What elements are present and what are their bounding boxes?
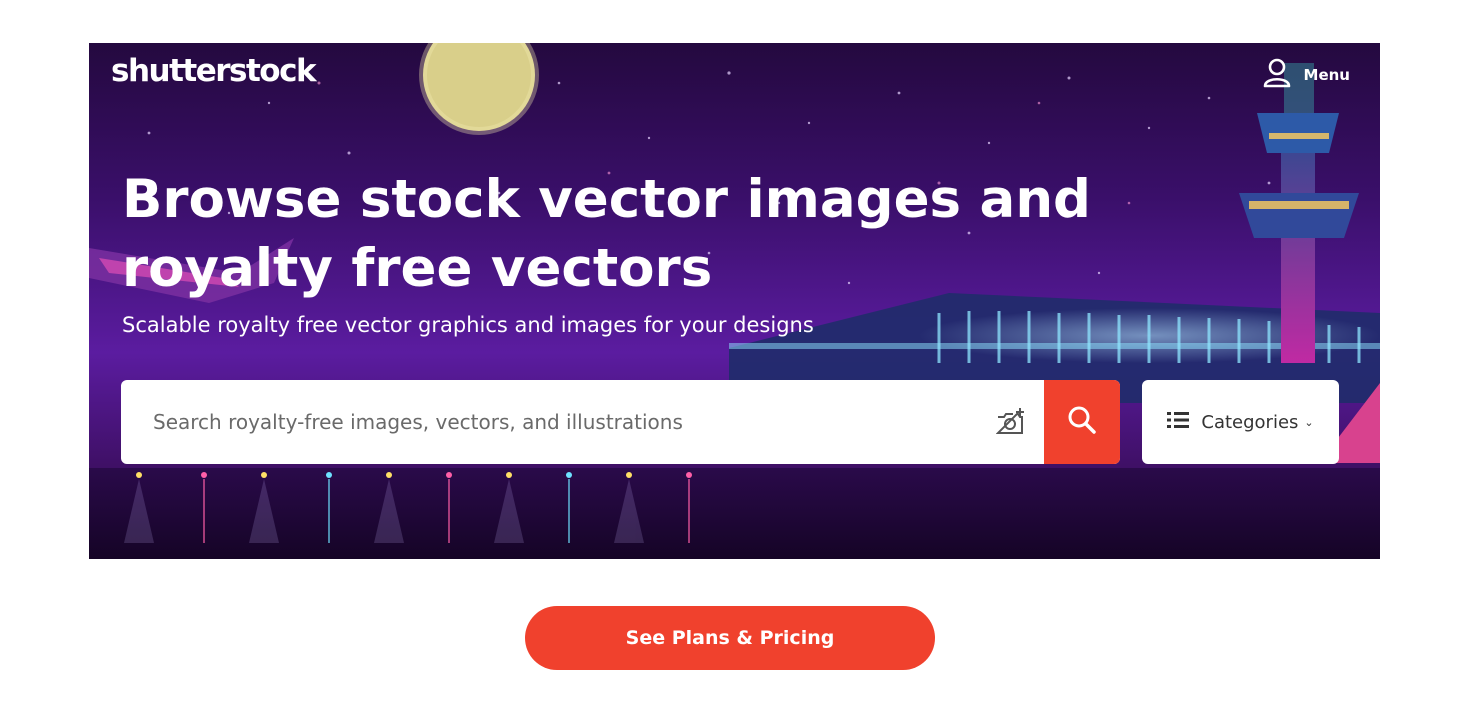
hero-banner: shutterstock Menu Browse stock vector im… [89, 43, 1380, 559]
categories-label: Categories [1201, 411, 1299, 433]
page-subtitle: Scalable royalty free vector graphics an… [122, 313, 814, 337]
page-title: Browse stock vector images and royalty f… [122, 169, 1091, 299]
search-icon[interactable] [1067, 405, 1097, 439]
search-input[interactable] [121, 380, 978, 464]
user-icon[interactable] [1262, 57, 1292, 93]
chevron-down-icon: ⌄ [1304, 415, 1314, 429]
list-icon [1167, 411, 1190, 434]
see-plans-pricing-button[interactable]: See Plans & Pricing [525, 606, 935, 670]
categories-dropdown[interactable]: Categories ⌄ [1142, 380, 1339, 464]
menu-button[interactable]: Menu [1262, 57, 1350, 93]
shutterstock-logo[interactable]: shutterstock [111, 53, 317, 89]
search-button[interactable] [1044, 380, 1120, 464]
camera-search-icon[interactable] [978, 380, 1044, 464]
menu-label[interactable]: Menu [1304, 66, 1350, 84]
search-bar [121, 380, 1120, 464]
